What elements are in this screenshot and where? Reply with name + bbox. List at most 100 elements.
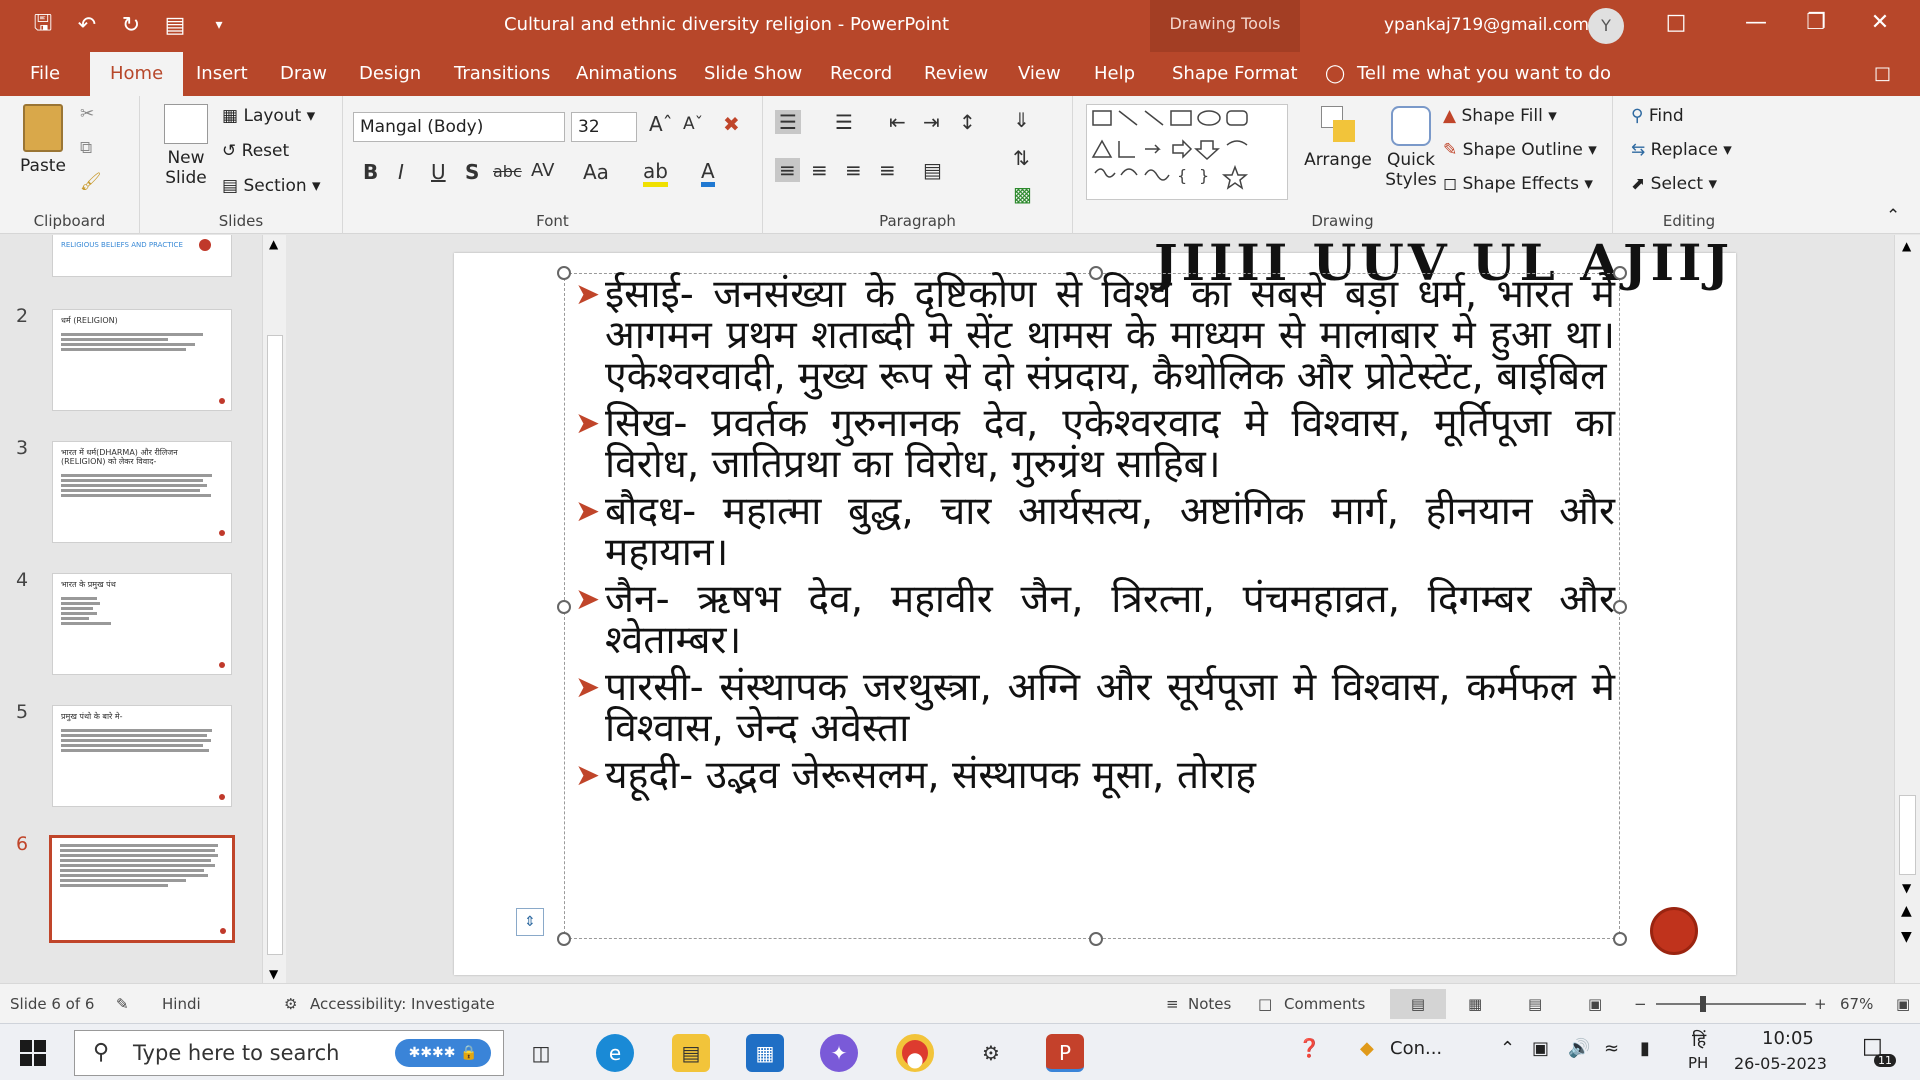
comments-icon[interactable]: □ [1868, 52, 1897, 96]
columns-icon[interactable]: ▤ [923, 158, 942, 182]
slide-thumbnail-2[interactable]: धर्म (RELIGION) [52, 309, 232, 411]
tab-review[interactable]: Review [918, 52, 994, 96]
ime-mode[interactable]: PH [1688, 1054, 1708, 1072]
tab-transitions[interactable]: Transitions [448, 52, 556, 96]
zoom-in-icon[interactable]: + [1814, 995, 1827, 1013]
tab-animations[interactable]: Animations [570, 52, 683, 96]
font-color-icon[interactable]: A [701, 160, 715, 187]
zoom-slider[interactable] [1656, 1003, 1806, 1005]
underline-icon[interactable]: U [431, 160, 446, 184]
align-center-icon[interactable]: ≡ [811, 158, 828, 182]
notes-icon[interactable]: ≡ [1166, 995, 1179, 1013]
shape-fill-button[interactable]: ▲ Shape Fill ▾ [1443, 106, 1557, 126]
bold-icon[interactable]: B [363, 160, 378, 184]
shapes-gallery[interactable]: {} [1086, 104, 1288, 200]
tray-app-label[interactable]: Con... [1390, 1038, 1442, 1059]
tab-record[interactable]: Record [824, 52, 898, 96]
cut-icon[interactable]: ✂ [80, 104, 94, 124]
help-icon[interactable]: ❓ [1298, 1038, 1320, 1059]
windows-start-icon[interactable] [20, 1040, 46, 1066]
accessibility-icon[interactable]: ⚙ [284, 995, 297, 1013]
slide-thumbnail-4[interactable]: भारत के प्रमुख पंथ [52, 573, 232, 675]
scrollbar-thumb[interactable] [1899, 795, 1916, 875]
chrome-icon[interactable]: ● [896, 1034, 934, 1072]
resize-handle[interactable] [1613, 932, 1627, 946]
highlight-icon[interactable]: ab [643, 160, 668, 187]
bullets-icon[interactable]: ☰ [775, 110, 801, 134]
show-hidden-icons[interactable]: ⌃ [1500, 1038, 1515, 1059]
tab-help[interactable]: Help [1088, 52, 1141, 96]
italic-icon[interactable]: I [398, 160, 404, 184]
shadow-icon[interactable]: S [465, 160, 479, 184]
scroll-up-icon[interactable]: ▲ [1902, 239, 1911, 253]
resize-handle[interactable] [557, 932, 571, 946]
avatar[interactable]: Y [1588, 8, 1624, 44]
char-spacing-icon[interactable]: AV [531, 160, 554, 181]
save-icon[interactable]: 🖫 [28, 10, 58, 40]
text-direction-icon[interactable]: ⇓ [1013, 108, 1030, 132]
volume-icon[interactable]: 🔊 [1568, 1038, 1590, 1059]
tab-home[interactable]: Home [90, 52, 184, 96]
strikethrough-icon[interactable]: abc [493, 162, 522, 181]
section-button[interactable]: ▤ Section ▾ [222, 176, 321, 196]
tray-app-icon[interactable]: ◆ [1360, 1038, 1374, 1059]
resize-handle[interactable] [1089, 932, 1103, 946]
tell-me-search[interactable]: ◯ Tell me what you want to do [1325, 52, 1611, 96]
comments-status-icon[interactable]: □ [1258, 995, 1272, 1013]
ribbon-display-options-icon[interactable]: □ [1656, 10, 1696, 40]
change-case-icon[interactable]: Aa [583, 160, 609, 184]
zoom-slider-thumb[interactable] [1700, 996, 1706, 1012]
slide-thumbnail-1[interactable]: RELIGIOUS BELIEFS AND PRACTICE [52, 235, 232, 277]
accessibility-status[interactable]: Accessibility: Investigate [310, 995, 495, 1013]
present-icon[interactable]: ▤ [160, 10, 190, 40]
settings-icon[interactable]: ⚙ [972, 1034, 1010, 1072]
normal-view-icon[interactable]: ▤ [1390, 989, 1446, 1019]
notes-button[interactable]: Notes [1188, 995, 1231, 1013]
replace-button[interactable]: ⇆ Replace ▾ [1631, 140, 1732, 160]
tab-view[interactable]: View [1012, 52, 1067, 96]
user-email[interactable]: ypankaj719@gmail.com [1384, 15, 1589, 35]
slide-thumbnail-6[interactable] [49, 835, 235, 943]
customize-qat-icon[interactable]: ▾ [204, 10, 234, 40]
select-button[interactable]: ⬈ Select ▾ [1631, 174, 1717, 194]
slideshow-view-icon[interactable]: ▣ [1588, 995, 1602, 1013]
scroll-down-icon[interactable]: ▼ [1902, 881, 1911, 895]
justify-icon[interactable]: ≡ [879, 158, 896, 182]
copy-icon[interactable]: ⧉ [80, 138, 92, 158]
close-icon[interactable]: ✕ [1860, 10, 1900, 40]
edge-browser-icon[interactable]: e [596, 1034, 634, 1072]
align-right-icon[interactable]: ≡ [845, 158, 862, 182]
undo-icon[interactable]: ↶ [72, 10, 102, 40]
thumbnails-scrollbar[interactable]: ▲ ▼ [262, 235, 286, 983]
tab-design[interactable]: Design [353, 52, 427, 96]
zoom-level[interactable]: 67% [1840, 995, 1873, 1013]
decrease-indent-icon[interactable]: ⇤ [889, 110, 906, 134]
reading-view-icon[interactable]: ▤ [1528, 995, 1542, 1013]
quick-styles-button[interactable]: Quick Styles [1379, 106, 1443, 190]
resize-handle[interactable] [1613, 600, 1627, 614]
tab-insert[interactable]: Insert [190, 52, 254, 96]
slide-canvas[interactable]: JIIII UUV UL AJIIJ ➤ ईसाई- जनसंख्या के दृ… [454, 233, 1736, 975]
new-slide-button[interactable]: New Slide [158, 104, 214, 188]
collapse-ribbon-icon[interactable]: ⌃ [1886, 206, 1900, 226]
clock-time[interactable]: 10:05 [1762, 1028, 1814, 1049]
slide-thumbnail-5[interactable]: प्रमुख पंथो के बारे मे- [52, 705, 232, 807]
previous-slide-icon[interactable]: ▲ [1901, 903, 1912, 919]
increase-indent-icon[interactable]: ⇥ [923, 110, 940, 134]
slide-sorter-icon[interactable]: ▦ [1468, 995, 1482, 1013]
powerpoint-taskbar-icon[interactable]: P [1046, 1034, 1084, 1072]
taskbar-search[interactable]: ⚲ Type here to search ✱✱✱✱ 🔒 [74, 1030, 504, 1076]
tab-shape-format[interactable]: Shape Format [1166, 52, 1304, 96]
arrange-button[interactable]: Arrange [1303, 106, 1373, 170]
ime-language[interactable]: हिं [1692, 1028, 1706, 1052]
reset-button[interactable]: ↺ Reset [222, 141, 289, 161]
scrollbar-thumb[interactable] [267, 335, 283, 955]
smartart-icon[interactable]: ▩ [1013, 182, 1032, 206]
paste-button[interactable]: Paste [14, 104, 72, 176]
clock-date[interactable]: 26-05-2023 [1734, 1054, 1827, 1073]
zoom-out-icon[interactable]: − [1634, 995, 1647, 1013]
next-slide-icon[interactable]: ▼ [1901, 929, 1912, 945]
editor-scrollbar[interactable]: ▲ ▼ ▲ ▼ [1894, 235, 1920, 983]
grow-font-icon[interactable]: Aˆ [649, 112, 673, 136]
comments-button[interactable]: Comments [1284, 995, 1365, 1013]
